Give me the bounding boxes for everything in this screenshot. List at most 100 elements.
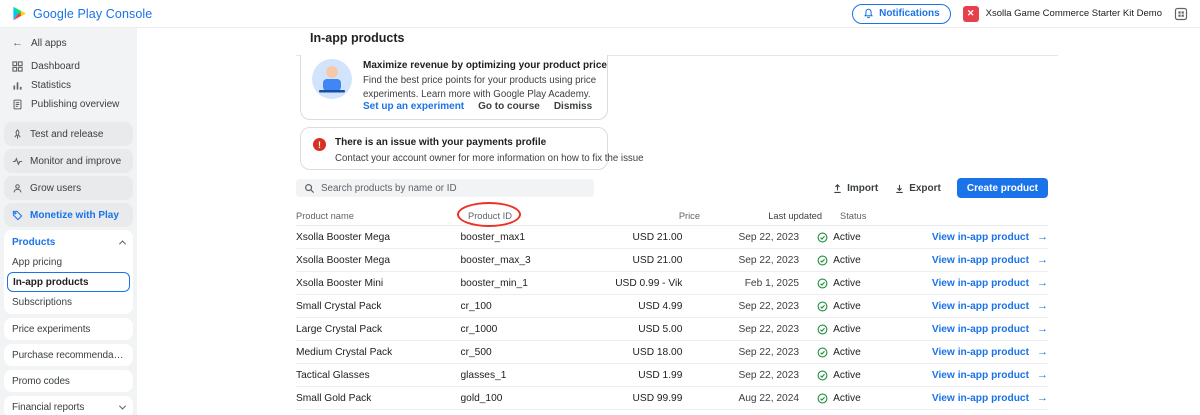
- product-id-cell: glasses_1: [461, 370, 593, 381]
- warning-title: There is an issue with your payments pro…: [335, 137, 546, 148]
- status-label: Active: [833, 347, 861, 358]
- chevron-up-icon: [119, 240, 126, 247]
- sidebar-section-grow-users[interactable]: Grow users: [4, 176, 133, 200]
- google-play-console-logo[interactable]: Google Play Console: [12, 6, 152, 21]
- apps-grid-icon[interactable]: [1174, 7, 1188, 21]
- promo-body: Find the best price points for your prod…: [363, 74, 603, 101]
- status-label: Active: [833, 255, 861, 266]
- view-in-app-product-link[interactable]: View in-app product →: [932, 369, 1048, 381]
- col-last-updated[interactable]: Last updated: [700, 211, 822, 221]
- status-cell: Active: [817, 301, 932, 312]
- status-label: Active: [833, 393, 861, 404]
- last-updated-cell: Sep 22, 2023: [682, 324, 799, 335]
- product-name-cell: Large Crystal Pack: [296, 324, 461, 335]
- sidebar-item-purchase-recommendations[interactable]: Purchase recommendations: [4, 344, 133, 366]
- app-pricing-label: App pricing: [12, 257, 62, 268]
- arrow-right-icon: →: [1037, 231, 1048, 243]
- table-row: Xsolla Booster Mega booster_max_3 USD 21…: [296, 249, 1048, 272]
- price-cell: USD 18.00: [592, 347, 682, 358]
- monetize-tag-icon: [12, 210, 23, 221]
- sidebar-item-publishing-overview[interactable]: Publishing overview: [0, 95, 137, 114]
- col-product-name[interactable]: Product name: [296, 211, 468, 221]
- app-icon: ✕: [963, 6, 979, 22]
- sidebar-item-in-app-products[interactable]: In-app products: [7, 272, 130, 292]
- sidebar-item-products[interactable]: Products: [4, 232, 133, 252]
- dashboard-label: Dashboard: [31, 61, 80, 72]
- subscriptions-label: Subscriptions: [12, 297, 72, 308]
- active-check-icon: [817, 278, 828, 289]
- publishing-overview-label: Publishing overview: [31, 99, 119, 110]
- price-cell: USD 4.99: [592, 301, 682, 312]
- view-in-app-product-link[interactable]: View in-app product →: [932, 254, 1048, 266]
- sidebar-item-dashboard[interactable]: Dashboard: [0, 57, 137, 76]
- product-name-cell: Xsolla Booster Mini: [296, 278, 461, 289]
- sidebar-section-monitor-and-improve[interactable]: Monitor and improve: [4, 149, 133, 173]
- last-updated-cell: Sep 22, 2023: [682, 255, 799, 266]
- sidebar-item-promo-codes[interactable]: Promo codes: [4, 370, 133, 392]
- all-apps-back-button[interactable]: ← All apps: [4, 33, 133, 53]
- arrow-right-icon: →: [1037, 300, 1048, 312]
- dismiss-link[interactable]: Dismiss: [554, 101, 592, 112]
- sidebar-item-financial-reports[interactable]: Financial reports: [4, 396, 133, 415]
- set-up-experiment-link[interactable]: Set up an experiment: [363, 101, 464, 112]
- play-console-screen: Google Play Console Notifications ✕ Xsol…: [0, 0, 1200, 415]
- status-cell: Active: [817, 255, 932, 266]
- sidebar: ← All apps Dashboard Statistics Publishi…: [0, 28, 137, 415]
- search-input[interactable]: [321, 183, 586, 194]
- app-selector[interactable]: ✕ Xsolla Game Commerce Starter Kit Demo: [963, 6, 1162, 22]
- status-label: Active: [833, 278, 861, 289]
- purchase-recommendations-label: Purchase recommendations: [12, 350, 125, 361]
- product-name-cell: Small Crystal Pack: [296, 301, 461, 312]
- view-in-app-product-link[interactable]: View in-app product →: [932, 323, 1048, 335]
- active-check-icon: [817, 232, 828, 243]
- table-header-row: Product name Product ID Price Last updat…: [296, 206, 1048, 226]
- active-check-icon: [817, 393, 828, 404]
- status-label: Active: [833, 324, 861, 335]
- view-link-label: View in-app product: [932, 370, 1029, 381]
- view-in-app-product-link[interactable]: View in-app product →: [932, 346, 1048, 358]
- product-id-cell: booster_max_3: [461, 255, 593, 266]
- products-table: Product name Product ID Price Last updat…: [296, 206, 1048, 410]
- col-status[interactable]: Status: [840, 211, 960, 221]
- price-cell: USD 99.99: [592, 393, 682, 404]
- import-button[interactable]: Import: [832, 183, 878, 194]
- in-app-products-label: In-app products: [13, 277, 89, 288]
- notifications-button[interactable]: Notifications: [852, 4, 951, 24]
- arrow-right-icon: →: [1037, 392, 1048, 404]
- price-cell: USD 5.00: [592, 324, 682, 335]
- last-updated-cell: Feb 1, 2025: [682, 278, 799, 289]
- product-id-cell: cr_500: [461, 347, 593, 358]
- payments-warning-card: ! There is an issue with your payments p…: [300, 127, 608, 170]
- sidebar-section-test-and-release[interactable]: Test and release: [4, 122, 133, 146]
- promo-illustration: [309, 57, 355, 103]
- view-in-app-product-link[interactable]: View in-app product →: [932, 277, 1048, 289]
- price-cell: USD 0.99 - Vik: [592, 278, 682, 289]
- search-box[interactable]: [296, 179, 594, 197]
- sidebar-item-subscriptions[interactable]: Subscriptions: [4, 292, 133, 312]
- price-cell: USD 1.99: [592, 370, 682, 381]
- status-cell: Active: [817, 324, 932, 335]
- view-in-app-product-link[interactable]: View in-app product →: [932, 231, 1048, 243]
- sidebar-section-monetize-with-play[interactable]: Monetize with Play: [4, 203, 133, 227]
- arrow-right-icon: →: [1037, 369, 1048, 381]
- col-price[interactable]: Price: [606, 211, 700, 221]
- arrow-right-icon: →: [1037, 346, 1048, 358]
- view-link-label: View in-app product: [932, 324, 1029, 335]
- rocket-icon: [12, 129, 23, 140]
- promo-card: Maximize revenue by optimizing your prod…: [300, 55, 608, 120]
- view-link-label: View in-app product: [932, 301, 1029, 312]
- test-and-release-label: Test and release: [30, 129, 103, 140]
- export-button[interactable]: Export: [894, 183, 941, 194]
- go-to-course-link[interactable]: Go to course: [478, 101, 540, 112]
- products-label: Products: [12, 237, 55, 248]
- view-in-app-product-link[interactable]: View in-app product →: [932, 300, 1048, 312]
- create-product-button[interactable]: Create product: [957, 178, 1048, 198]
- sidebar-item-statistics[interactable]: Statistics: [0, 76, 137, 95]
- sidebar-item-app-pricing[interactable]: App pricing: [4, 252, 133, 272]
- topbar-right: Notifications ✕ Xsolla Game Commerce Sta…: [852, 4, 1188, 24]
- col-product-id[interactable]: Product ID: [468, 211, 606, 221]
- product-name-cell: Xsolla Booster Mega: [296, 232, 461, 243]
- sidebar-item-price-experiments[interactable]: Price experiments: [4, 318, 133, 340]
- view-in-app-product-link[interactable]: View in-app product →: [932, 392, 1048, 404]
- product-table-body: Xsolla Booster Mega booster_max1 USD 21.…: [296, 226, 1048, 410]
